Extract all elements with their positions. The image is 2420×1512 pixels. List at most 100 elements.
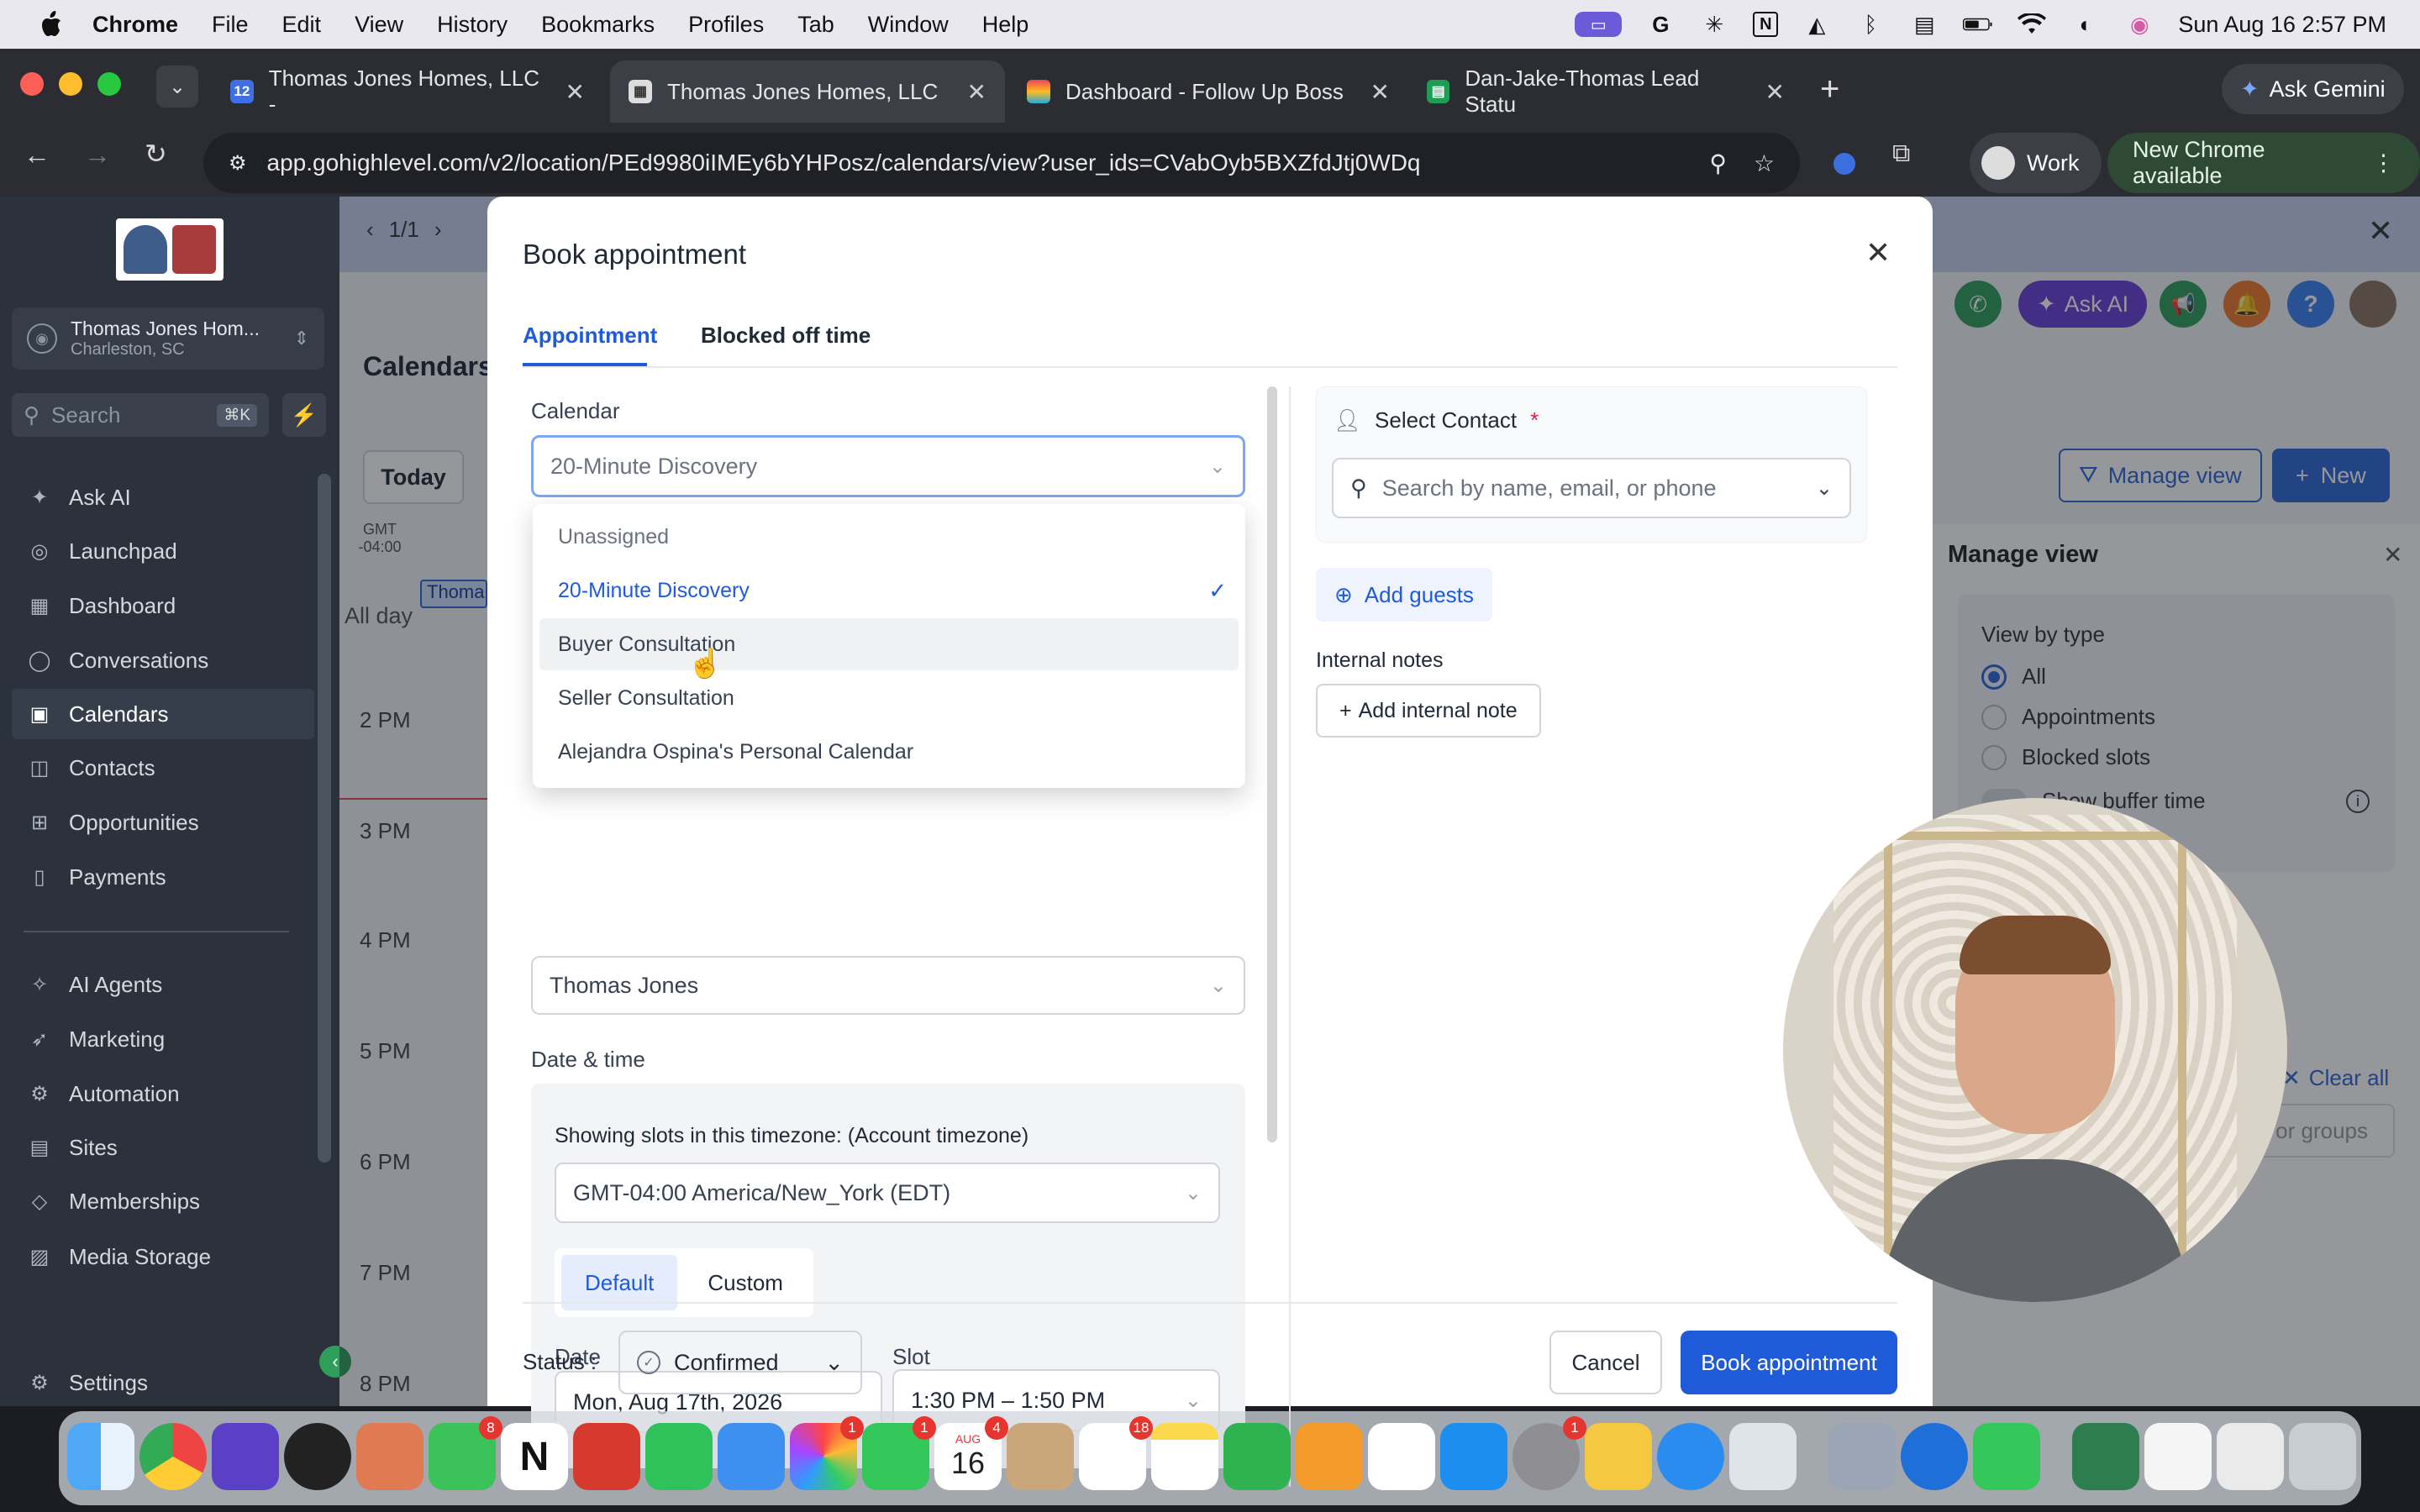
update-chrome-button[interactable]: New Chrome available ⋮: [2107, 133, 2420, 193]
claude-icon[interactable]: [356, 1423, 424, 1490]
forward-arrow-icon[interactable]: →: [84, 139, 111, 171]
facetime-icon[interactable]: 1: [862, 1416, 936, 1490]
tab-2-active[interactable]: ▦ Thomas Jones Homes, LLC ✕: [610, 60, 1005, 123]
menu-tab[interactable]: Tab: [797, 12, 834, 38]
calendar-select[interactable]: 20-Minute Discovery ⌄: [531, 435, 1245, 497]
modal-close-icon[interactable]: ✕: [1865, 235, 1891, 270]
menu-profiles[interactable]: Profiles: [688, 12, 764, 38]
tab-4[interactable]: ▤ Dan-Jake-Thomas Lead Statu ✕: [1408, 60, 1803, 123]
menu-edit[interactable]: Edit: [282, 12, 322, 38]
app-grey-icon[interactable]: [1828, 1423, 1896, 1490]
quicktime-icon[interactable]: [1901, 1423, 1968, 1490]
sidebar-item-settings[interactable]: ⚙ Settings: [24, 1357, 313, 1408]
numbers-icon[interactable]: [1223, 1423, 1291, 1490]
chrome-menu-icon[interactable]: ⋮: [2372, 150, 2395, 176]
calendar-dock-icon[interactable]: AUG 16 4: [934, 1416, 1008, 1490]
add-internal-note-button[interactable]: + Add internal note: [1316, 684, 1541, 738]
sidebar-item-ai-agents[interactable]: ✧ AI Agents: [24, 959, 313, 1010]
book-appointment-button[interactable]: Book appointment: [1681, 1331, 1897, 1394]
sidebar-item-automation[interactable]: ⚙ Automation: [24, 1068, 313, 1119]
profile-chip[interactable]: Work: [1970, 133, 2102, 193]
location-switcher[interactable]: ◉ Thomas Jones Hom... Charleston, SC ⇕: [12, 307, 324, 370]
menu-app-name[interactable]: Chrome: [92, 12, 178, 38]
battery-icon[interactable]: [1963, 12, 1993, 37]
app-yellow-icon[interactable]: [1585, 1423, 1652, 1490]
drive-icon[interactable]: ◭: [1802, 12, 1832, 37]
phone-dock-icon[interactable]: [1973, 1423, 2040, 1490]
dropdown-option-seller-consultation[interactable]: Seller Consultation: [539, 672, 1239, 724]
memory-icon[interactable]: ▤: [1909, 12, 1939, 37]
messages-icon[interactable]: 8: [429, 1416, 502, 1490]
screen-mirror-icon[interactable]: ▭: [1575, 12, 1623, 37]
sidebar-item-media-storage[interactable]: ▨ Media Storage: [24, 1231, 313, 1282]
tab-3-close-icon[interactable]: ✕: [1370, 78, 1390, 106]
app-store-icon[interactable]: [1440, 1423, 1507, 1490]
bookmark-star-icon[interactable]: ☆: [1754, 150, 1775, 177]
maximize-window-button[interactable]: [97, 72, 121, 96]
menubar-clock[interactable]: Sun Aug 16 2:57 PM: [2178, 12, 2386, 38]
add-guests-button[interactable]: ⊕ Add guests: [1316, 568, 1492, 622]
contacts-dock-icon[interactable]: [1007, 1423, 1074, 1490]
recent-window-1-icon[interactable]: [2144, 1423, 2212, 1490]
trash-icon[interactable]: [2289, 1423, 2356, 1490]
sidebar-item-dashboard[interactable]: ▦ Dashboard: [24, 580, 313, 631]
obs-icon[interactable]: [284, 1423, 351, 1490]
zoom-icon[interactable]: ⚲: [1709, 150, 1727, 177]
tab-search-button[interactable]: ⌄: [156, 66, 198, 108]
tab-2-close-icon[interactable]: ✕: [967, 78, 986, 106]
menu-help[interactable]: Help: [982, 12, 1029, 38]
chrome-icon[interactable]: [139, 1423, 207, 1490]
dropdown-option-buyer-consultation[interactable]: Buyer Consultation: [539, 618, 1239, 670]
tab-3[interactable]: Dashboard - Follow Up Boss ✕: [1008, 60, 1408, 123]
minimize-window-button[interactable]: [59, 72, 82, 96]
photos-icon[interactable]: 1: [790, 1416, 864, 1490]
sidebar-item-launchpad[interactable]: ◎ Launchpad: [24, 526, 313, 576]
sidebar-item-memberships[interactable]: ◇ Memberships: [24, 1176, 313, 1226]
sidebar-item-payments[interactable]: ▯ Payments: [24, 852, 313, 902]
site-settings-icon[interactable]: ⚙: [229, 151, 247, 176]
menu-history[interactable]: History: [437, 12, 508, 38]
close-window-button[interactable]: [20, 72, 44, 96]
left-column-scrollbar[interactable]: [1267, 386, 1277, 1142]
new-tab-plus-icon[interactable]: +: [1820, 71, 1839, 108]
sidebar-item-conversations[interactable]: ◯ Conversations: [24, 635, 313, 685]
tab-1[interactable]: 12 Thomas Jones Homes, LLC - ✕: [212, 60, 603, 123]
menu-view[interactable]: View: [355, 12, 403, 38]
team-member-select[interactable]: Thomas Jones ⌄: [531, 956, 1245, 1015]
control-center-icon[interactable]: ◐: [2070, 12, 2101, 37]
sidebar-search[interactable]: ⚲ Search ⌘K: [12, 393, 269, 437]
notion-dock-icon[interactable]: N: [501, 1423, 568, 1490]
system-settings-icon[interactable]: 1: [1512, 1416, 1586, 1490]
pages-icon[interactable]: [1296, 1423, 1363, 1490]
finder-icon[interactable]: [67, 1423, 134, 1490]
menu-file[interactable]: File: [212, 12, 249, 38]
grammarly-dock-icon[interactable]: [212, 1423, 279, 1490]
sidebar-scrollbar[interactable]: [318, 474, 331, 1163]
cancel-button[interactable]: Cancel: [1549, 1331, 1662, 1394]
reminders-icon[interactable]: 18: [1079, 1416, 1153, 1490]
ask-gemini-button[interactable]: ✦ Ask Gemini: [2222, 64, 2404, 114]
siri-icon[interactable]: ◉: [2124, 12, 2154, 37]
notes-icon[interactable]: [1151, 1423, 1218, 1490]
sparkle-menu-icon[interactable]: ✳: [1699, 12, 1729, 37]
sidebar-item-contacts[interactable]: ◫ Contacts: [24, 743, 313, 793]
address-bar[interactable]: ⚙ app.gohighlevel.com/v2/location/PEd998…: [203, 133, 1800, 193]
menu-bookmarks[interactable]: Bookmarks: [541, 12, 655, 38]
bluetooth-icon[interactable]: ᛒ: [1855, 12, 1886, 37]
capcut-icon[interactable]: [1368, 1423, 1435, 1490]
dropdown-option-20-minute-discovery[interactable]: 20-Minute Discovery ✓: [539, 564, 1239, 617]
tab-4-close-icon[interactable]: ✕: [1765, 78, 1785, 106]
webcam-overlay[interactable]: [1783, 798, 2287, 1302]
safari-icon[interactable]: [1657, 1423, 1724, 1490]
reload-icon[interactable]: ↻: [145, 138, 167, 170]
apple-icon[interactable]: [34, 8, 67, 41]
sidebar-item-calendars[interactable]: ▣ Calendars: [12, 689, 314, 739]
timezone-select[interactable]: GMT-04:00 America/New_York (EDT) ⌄: [555, 1163, 1220, 1223]
app-red-icon[interactable]: [573, 1423, 640, 1490]
quick-action-bolt-icon[interactable]: ⚡: [282, 393, 326, 437]
iphone-mirroring-icon[interactable]: [1729, 1423, 1797, 1490]
whatsapp-icon[interactable]: [645, 1423, 713, 1490]
tab-1-close-icon[interactable]: ✕: [566, 78, 585, 106]
menu-window[interactable]: Window: [868, 12, 949, 38]
wifi-icon[interactable]: [2017, 12, 2047, 37]
